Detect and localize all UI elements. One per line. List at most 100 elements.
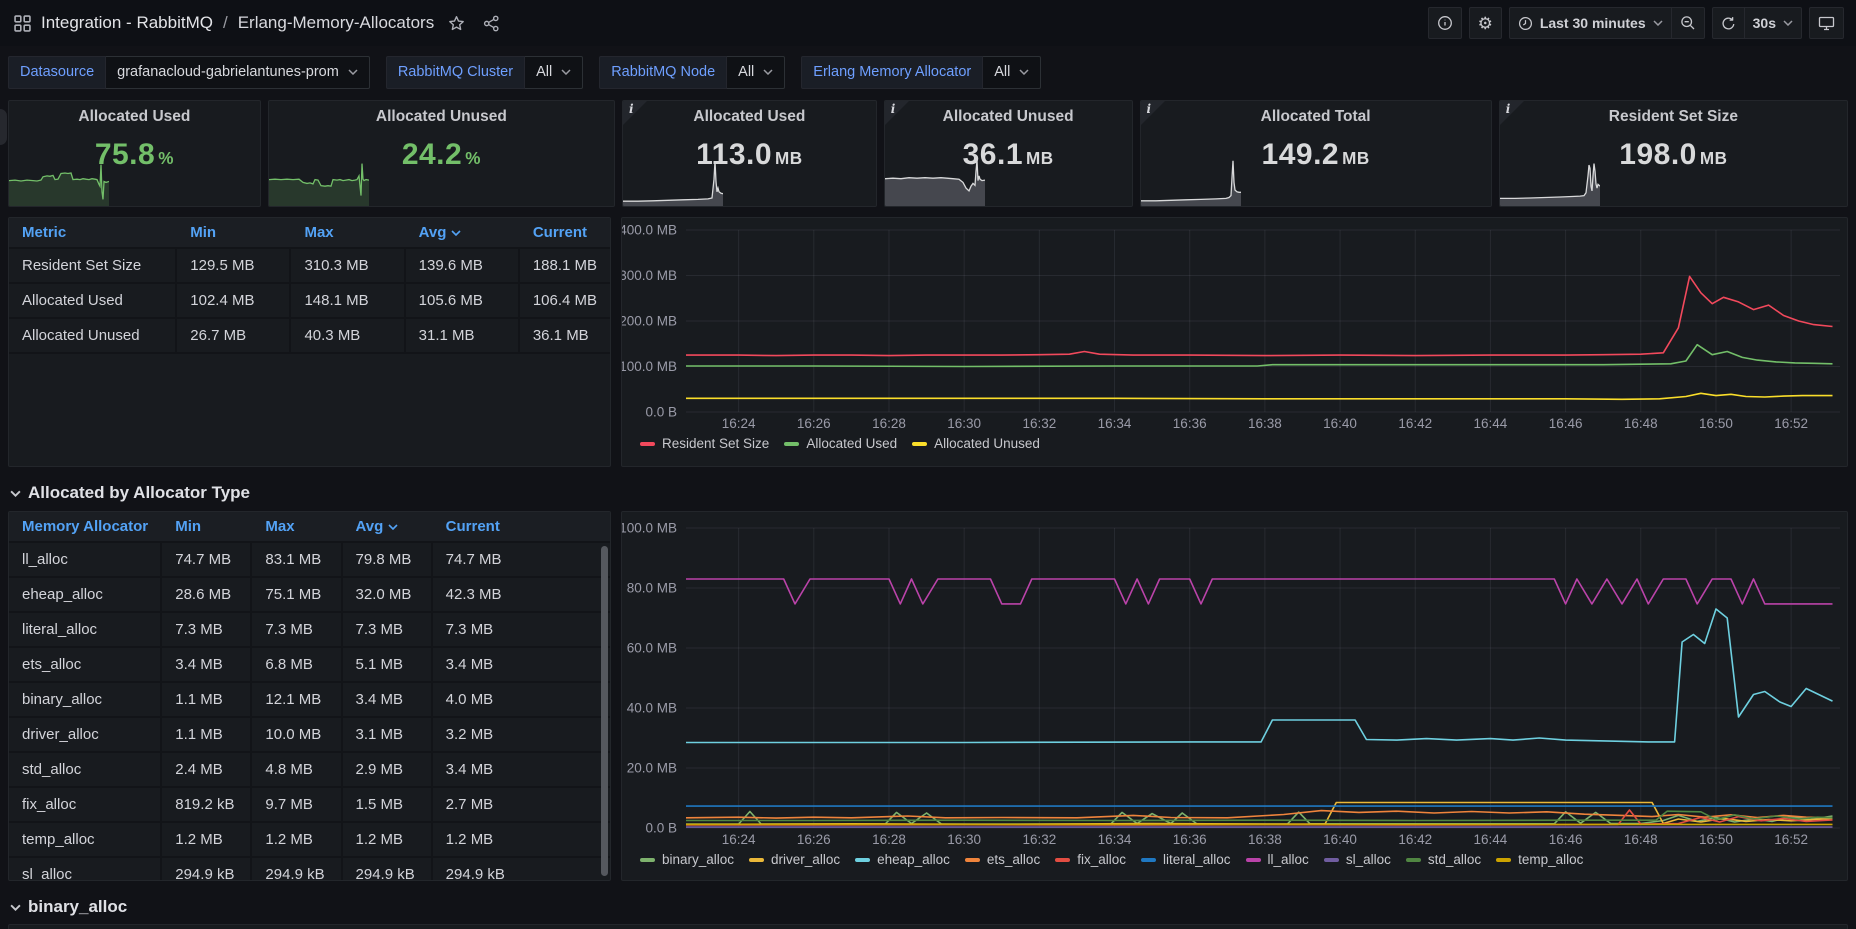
table-cell: literal_alloc xyxy=(9,613,162,646)
table-cell: 4.0 MB xyxy=(433,683,610,716)
refresh-interval-picker[interactable]: 30s xyxy=(1745,7,1802,39)
stat-panel-title[interactable]: Allocated Unused xyxy=(269,108,614,126)
breadcrumb-folder[interactable]: Integration - RabbitMQ xyxy=(41,13,213,33)
legend-item-driver_alloc[interactable]: driver_alloc xyxy=(749,852,840,867)
dashboards-grid-icon[interactable] xyxy=(14,15,31,32)
y-axis-tick-label: 100.0 MB xyxy=(622,521,677,536)
refresh-button[interactable] xyxy=(1712,7,1745,39)
table-cell: std_alloc xyxy=(9,753,162,786)
table-cell: Allocated Unused xyxy=(9,319,177,352)
stat-panel-title[interactable]: Resident Set Size xyxy=(1500,108,1847,126)
x-axis-tick-label: 16:44 xyxy=(1474,416,1508,431)
column-header-max[interactable]: Max xyxy=(291,224,405,241)
table-row: Resident Set Size129.5 MB310.3 MB139.6 M… xyxy=(9,249,610,284)
dashboard-settings-button[interactable]: ⚙ xyxy=(1469,7,1502,39)
legend-swatch xyxy=(855,858,870,862)
legend-item-eheap_alloc[interactable]: eheap_alloc xyxy=(855,852,950,867)
column-header-max[interactable]: Max xyxy=(252,518,342,535)
table-cell: 3.4 MB xyxy=(162,648,252,681)
legend-item-binary_alloc[interactable]: binary_alloc xyxy=(640,852,734,867)
table-row: ets_alloc3.4 MB6.8 MB5.1 MB3.4 MB xyxy=(9,648,610,683)
monitor-icon xyxy=(1818,16,1835,31)
legend-item-ets_alloc[interactable]: ets_alloc xyxy=(965,852,1040,867)
node-select[interactable]: All xyxy=(727,56,785,89)
table-cell: 7.3 MB xyxy=(433,613,610,646)
stat-panel-title[interactable]: Allocated Unused xyxy=(885,108,1132,126)
share-icon[interactable] xyxy=(479,13,504,34)
table-cell: 1.1 MB xyxy=(162,683,252,716)
legend-item-fix_alloc[interactable]: fix_alloc xyxy=(1055,852,1126,867)
time-range-label: Last 30 minutes xyxy=(1540,15,1646,31)
table-cell: 105.6 MB xyxy=(406,284,520,317)
refresh-icon xyxy=(1721,16,1736,31)
tv-mode-button[interactable] xyxy=(1809,7,1844,39)
y-axis-tick-label: 400.0 MB xyxy=(622,223,677,238)
section-binary-alloc[interactable]: binary_alloc xyxy=(10,895,1848,919)
panel-info-icon[interactable]: i xyxy=(1500,101,1524,125)
zoom-out-time-button[interactable] xyxy=(1672,7,1705,39)
x-axis-tick-label: 16:52 xyxy=(1774,832,1808,847)
time-range-picker[interactable]: Last 30 minutes xyxy=(1509,7,1672,39)
panel-info-icon[interactable]: i xyxy=(885,101,909,125)
column-header-min[interactable]: Min xyxy=(162,518,252,535)
table-cell: Resident Set Size xyxy=(9,249,177,282)
legend-item-std_alloc[interactable]: std_alloc xyxy=(1406,852,1481,867)
stat-panel-title[interactable]: Allocated Used xyxy=(623,108,876,126)
table-cell: temp_alloc xyxy=(9,823,162,856)
column-header-memory-allocator[interactable]: Memory Allocator xyxy=(9,518,162,535)
allocator-select[interactable]: All xyxy=(983,56,1041,89)
stat-unit: MB xyxy=(1342,149,1370,168)
stat-sparkline xyxy=(1141,156,1241,206)
stat-panel-title[interactable]: Allocated Total xyxy=(1141,108,1491,126)
column-header-current[interactable]: Current xyxy=(520,224,610,241)
stat-unit: MB xyxy=(1026,149,1054,168)
panel-info-icon[interactable]: i xyxy=(1141,101,1165,125)
legend-item-ll_alloc[interactable]: ll_alloc xyxy=(1246,852,1309,867)
table-cell: 36.1 MB xyxy=(520,319,610,352)
star-icon[interactable] xyxy=(444,13,469,34)
column-header-current[interactable]: Current xyxy=(433,518,610,535)
breadcrumb-dashboard-title: Erlang-Memory-Allocators xyxy=(238,13,435,33)
panel-info-icon[interactable]: i xyxy=(623,101,647,125)
cluster-select[interactable]: All xyxy=(525,56,583,89)
cluster-label: RabbitMQ Cluster xyxy=(386,56,525,89)
datasource-select[interactable]: grafanacloud-gabrielantunes-prom xyxy=(106,56,370,89)
legend-item-Allocated Unused[interactable]: Allocated Unused xyxy=(912,436,1040,451)
clock-icon xyxy=(1518,16,1533,31)
legend-item-literal_alloc[interactable]: literal_alloc xyxy=(1141,852,1231,867)
x-axis-tick-label: 16:52 xyxy=(1774,416,1808,431)
column-header-min[interactable]: Min xyxy=(177,224,291,241)
chevron-down-icon xyxy=(10,490,21,497)
x-axis-tick-label: 16:36 xyxy=(1173,416,1207,431)
column-header-metric[interactable]: Metric xyxy=(9,224,177,241)
legend-swatch xyxy=(1324,858,1339,862)
table-cell: 2.9 MB xyxy=(343,753,433,786)
legend-item-sl_alloc[interactable]: sl_alloc xyxy=(1324,852,1391,867)
legend-label: temp_alloc xyxy=(1518,852,1583,867)
column-header-avg[interactable]: Avg xyxy=(343,518,433,535)
side-menu-handle[interactable] xyxy=(0,109,7,145)
table-header-row: Metric Min Max Avg Current xyxy=(9,218,610,249)
dashboard-insights-button[interactable] xyxy=(1428,7,1462,39)
stat-panel-title[interactable]: Allocated Used xyxy=(9,108,260,126)
cluster-variable: RabbitMQ Cluster All xyxy=(386,56,583,89)
table-cell: fix_alloc xyxy=(9,788,162,821)
legend-item-Resident Set Size[interactable]: Resident Set Size xyxy=(640,436,769,451)
chart-legend: binary_alloc driver_alloc eheap_alloc ets_a… xyxy=(640,852,1847,867)
stat-unit: MB xyxy=(775,149,803,168)
memory-chart-plot[interactable]: 16:2416:2616:2816:3016:3216:3416:3616:38… xyxy=(622,218,1847,434)
allocator-chart-plot[interactable]: 16:2416:2616:2816:3016:3216:3416:3616:38… xyxy=(622,512,1847,850)
legend-item-temp_alloc[interactable]: temp_alloc xyxy=(1496,852,1583,867)
x-axis-tick-label: 16:50 xyxy=(1699,832,1733,847)
dashboard-variables: Datasource grafanacloud-gabrielantunes-p… xyxy=(8,54,1848,90)
table-scrollbar[interactable] xyxy=(601,546,608,876)
table-cell: 5.1 MB xyxy=(343,648,433,681)
table-cell: 148.1 MB xyxy=(291,284,405,317)
legend-item-Allocated Used[interactable]: Allocated Used xyxy=(784,436,897,451)
column-header-avg[interactable]: Avg xyxy=(406,224,520,241)
y-axis-tick-label: 20.0 MB xyxy=(627,761,677,776)
section-allocated-by-type[interactable]: Allocated by Allocator Type xyxy=(10,481,1848,505)
table-cell: 2.4 MB xyxy=(162,753,252,786)
next-panel-top-edge xyxy=(8,924,1848,929)
x-axis-tick-label: 16:32 xyxy=(1022,416,1056,431)
